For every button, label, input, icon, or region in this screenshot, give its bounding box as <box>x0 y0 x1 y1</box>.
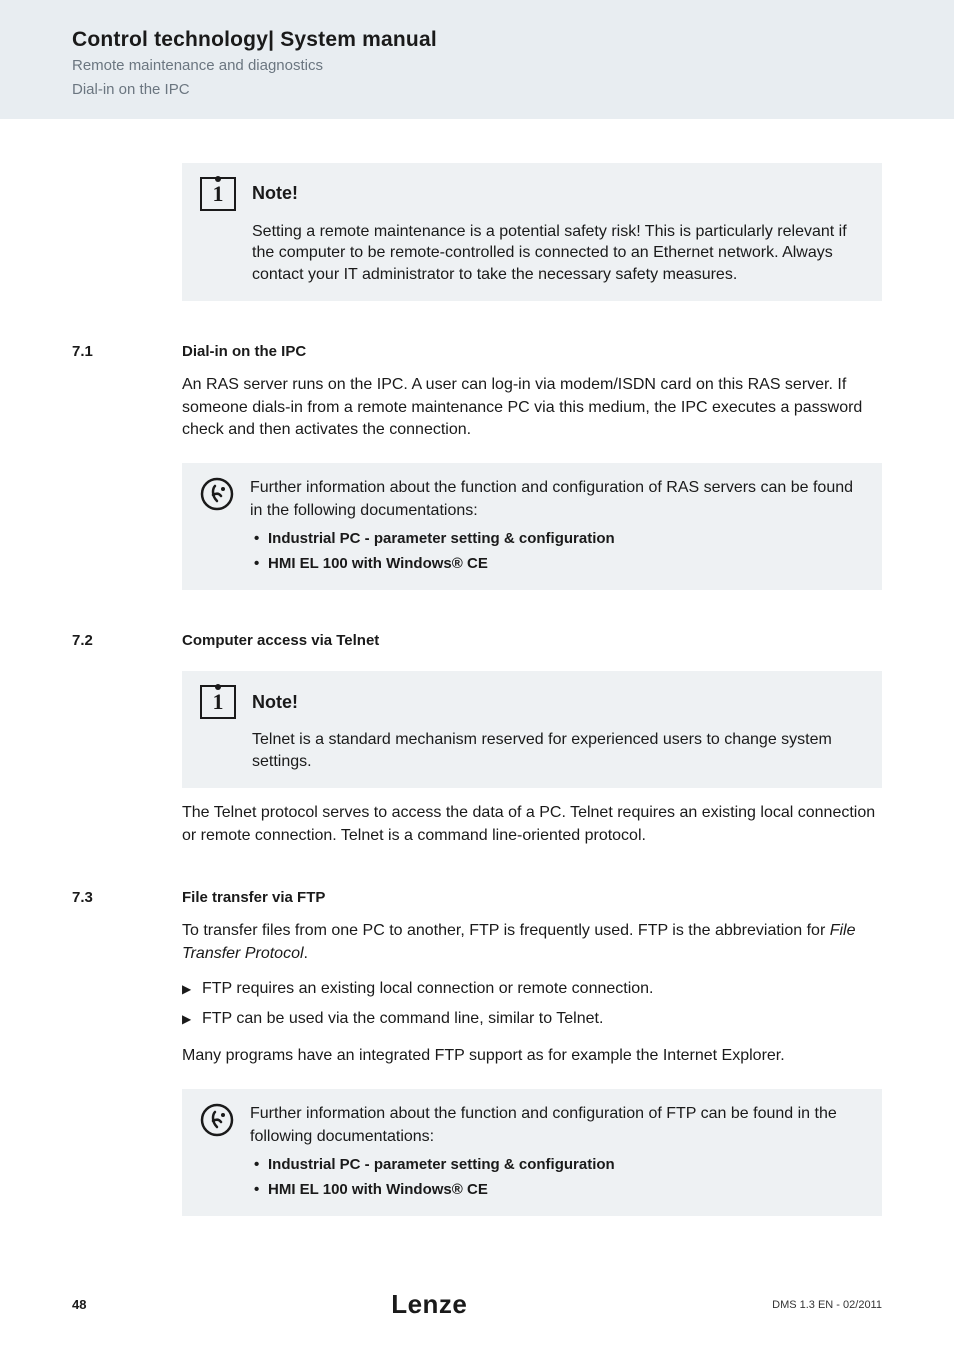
doc-subtitle-1: Remote maintenance and diagnostics <box>72 56 954 76</box>
arrow-list: FTP requires an existing local connectio… <box>182 977 882 1031</box>
section-7-3-p2: Many programs have an integrated FTP sup… <box>182 1045 882 1067</box>
section-number: 7.1 <box>72 343 182 360</box>
note-body: Setting a remote maintenance is a potent… <box>252 221 864 286</box>
text: To transfer files from one PC to another… <box>182 922 830 939</box>
tip-icon <box>200 1103 234 1142</box>
tip-list-item: Industrial PC - parameter setting & conf… <box>268 1154 864 1175</box>
brand-logo: Lenze <box>391 1289 467 1320</box>
tip-list-item: HMI EL 100 with Windows® CE <box>268 1179 864 1200</box>
text: . <box>304 945 308 962</box>
tip-intro: Further information about the function a… <box>250 1103 864 1148</box>
tip-box-2: Further information about the function a… <box>182 1089 882 1216</box>
section-title: File transfer via FTP <box>182 889 325 906</box>
tip-intro: Further information about the function a… <box>250 477 864 522</box>
section-title: Computer access via Telnet <box>182 632 379 649</box>
page-footer: 48 Lenze DMS 1.3 EN - 02/2011 <box>0 1289 954 1320</box>
tip-icon <box>200 477 234 516</box>
note-box-2: 1 Note! Telnet is a standard mechanism r… <box>182 671 882 788</box>
doc-title: Control technology| System manual <box>72 28 954 52</box>
list-item: FTP requires an existing local connectio… <box>182 977 882 1001</box>
list-item: FTP can be used via the command line, si… <box>182 1007 882 1031</box>
note-label: Note! <box>252 183 298 204</box>
note-body: Telnet is a standard mechanism reserved … <box>252 729 864 772</box>
tip-box-1: Further information about the function a… <box>182 463 882 590</box>
section-7-2-p1: The Telnet protocol serves to access the… <box>182 802 882 847</box>
page-number: 48 <box>72 1297 86 1312</box>
info-icon: 1 <box>200 177 236 211</box>
tip-list-item: HMI EL 100 with Windows® CE <box>268 553 864 574</box>
section-number: 7.2 <box>72 632 182 649</box>
section-7-1-heading: 7.1 Dial-in on the IPC <box>72 343 882 360</box>
section-number: 7.3 <box>72 889 182 906</box>
page-header: Control technology| System manual Remote… <box>0 0 954 119</box>
info-icon: 1 <box>200 685 236 719</box>
section-title: Dial-in on the IPC <box>182 343 306 360</box>
doc-id: DMS 1.3 EN - 02/2011 <box>772 1299 882 1311</box>
tip-list-item: Industrial PC - parameter setting & conf… <box>268 528 864 549</box>
section-7-1-p1: An RAS server runs on the IPC. A user ca… <box>182 374 882 441</box>
section-7-3-heading: 7.3 File transfer via FTP <box>72 889 882 906</box>
doc-subtitle-2: Dial-in on the IPC <box>72 80 954 100</box>
note-box-1: 1 Note! Setting a remote maintenance is … <box>182 163 882 302</box>
section-7-3-p1: To transfer files from one PC to another… <box>182 920 882 965</box>
section-7-2-heading: 7.2 Computer access via Telnet <box>72 632 882 649</box>
note-label: Note! <box>252 692 298 713</box>
